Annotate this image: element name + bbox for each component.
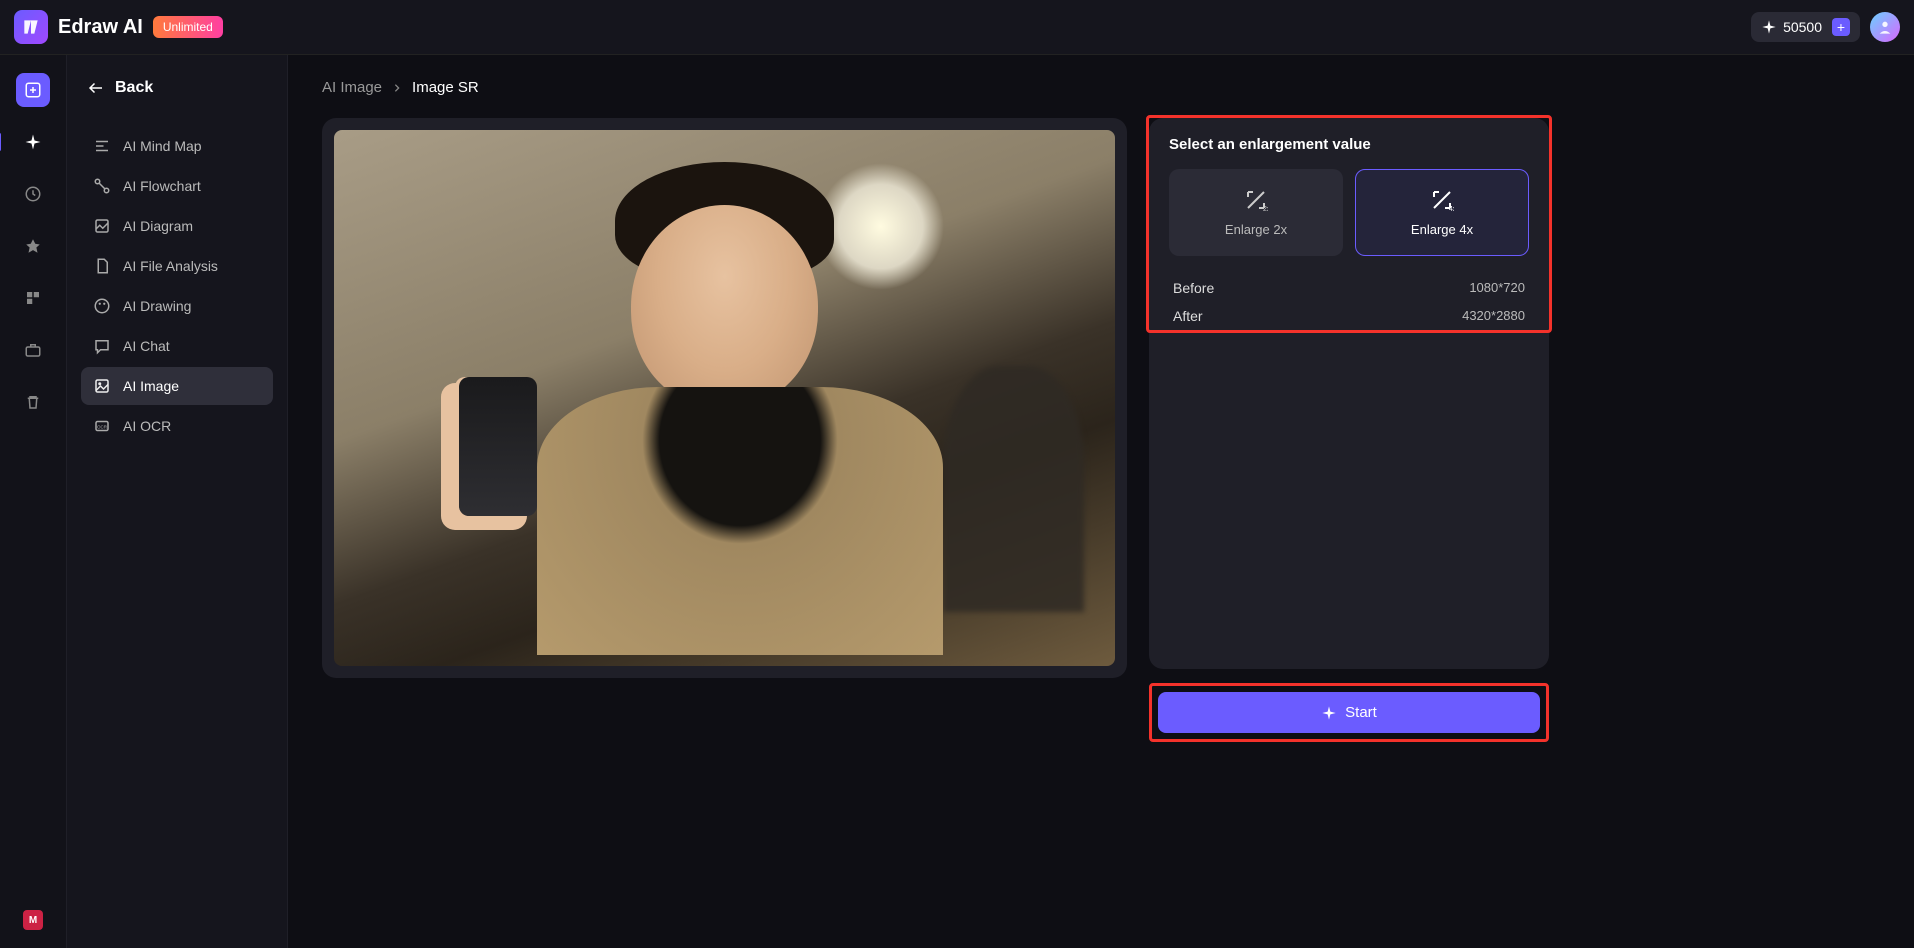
sparkle-icon xyxy=(1321,705,1337,721)
option-label: Enlarge 4x xyxy=(1411,222,1473,237)
topbar: Edraw AI Unlimited 50500 + xyxy=(0,0,1914,55)
enlarge-2x-option[interactable]: 2x Enlarge 2x xyxy=(1169,169,1343,256)
settings-column: Select an enlargement value 2x Enlarge 2… xyxy=(1149,118,1549,742)
rail-favorites[interactable] xyxy=(16,229,50,263)
diagram-icon xyxy=(93,217,111,235)
sidebar-item-diagram[interactable]: AI Diagram xyxy=(81,207,273,245)
svg-text:OCR: OCR xyxy=(97,424,108,429)
after-row: After 4320*2880 xyxy=(1169,302,1529,330)
enlarge-2x-icon: 2x xyxy=(1244,188,1268,212)
highlight-box-start: Start xyxy=(1149,683,1549,742)
star-icon xyxy=(24,237,42,255)
enlarge-4x-option[interactable]: 4x Enlarge 4x xyxy=(1355,169,1529,256)
app-name: Edraw AI xyxy=(58,16,143,39)
chat-icon xyxy=(93,337,111,355)
add-credits-button[interactable]: + xyxy=(1832,18,1850,36)
rail-trash[interactable] xyxy=(16,385,50,419)
file-icon xyxy=(93,257,111,275)
topbar-right: 50500 + xyxy=(1751,12,1900,42)
start-label: Start xyxy=(1345,704,1377,721)
chevron-right-icon xyxy=(392,83,402,93)
layout: M Back AI Mind Map AI Flowchart AI Diagr… xyxy=(0,55,1914,948)
sidebar-item-file-analysis[interactable]: AI File Analysis xyxy=(81,247,273,285)
sidebar-item-label: AI Flowchart xyxy=(123,178,201,194)
sidebar-item-chat[interactable]: AI Chat xyxy=(81,327,273,365)
content: Select an enlargement value 2x Enlarge 2… xyxy=(322,118,1880,924)
rail-templates[interactable] xyxy=(16,281,50,315)
back-button[interactable]: Back xyxy=(81,79,273,97)
puzzle-icon xyxy=(24,289,42,307)
sidebar-item-label: AI Drawing xyxy=(123,298,191,314)
before-row: Before 1080*720 xyxy=(1169,274,1529,302)
nav-rail: M xyxy=(0,55,67,948)
sidebar-item-label: AI Image xyxy=(123,378,179,394)
image-icon xyxy=(93,377,111,395)
arrow-left-icon xyxy=(87,79,105,97)
rail-recents[interactable] xyxy=(16,177,50,211)
option-label: Enlarge 2x xyxy=(1225,222,1287,237)
flowchart-icon xyxy=(93,177,111,195)
sidebar: Back AI Mind Map AI Flowchart AI Diagram… xyxy=(67,55,288,948)
rail-files[interactable] xyxy=(16,333,50,367)
image-preview-card xyxy=(322,118,1127,678)
ocr-icon: OCR xyxy=(93,417,111,435)
topbar-left: Edraw AI Unlimited xyxy=(14,10,223,44)
unlimited-badge: Unlimited xyxy=(153,16,223,38)
briefcase-icon xyxy=(24,341,42,359)
sidebar-item-image[interactable]: AI Image xyxy=(81,367,273,405)
settings-title: Select an enlargement value xyxy=(1169,136,1529,153)
settings-card: Select an enlargement value 2x Enlarge 2… xyxy=(1149,118,1549,669)
after-label: After xyxy=(1173,308,1203,324)
credits-pill[interactable]: 50500 + xyxy=(1751,12,1860,42)
breadcrumb-current: Image SR xyxy=(412,79,479,96)
app-logo[interactable] xyxy=(14,10,48,44)
sidebar-item-mindmap[interactable]: AI Mind Map xyxy=(81,127,273,165)
breadcrumb: AI Image Image SR xyxy=(322,79,1880,96)
breadcrumb-parent[interactable]: AI Image xyxy=(322,79,382,96)
start-button[interactable]: Start xyxy=(1158,692,1540,733)
sparkle-icon xyxy=(1761,19,1777,35)
mindmap-icon xyxy=(93,137,111,155)
before-value: 1080*720 xyxy=(1469,280,1525,296)
svg-text:4x: 4x xyxy=(1449,206,1454,212)
back-label: Back xyxy=(115,79,153,97)
sidebar-item-ocr[interactable]: OCR AI OCR xyxy=(81,407,273,445)
enlarge-options: 2x Enlarge 2x 4x Enlarge 4x xyxy=(1169,169,1529,256)
sidebar-item-flowchart[interactable]: AI Flowchart xyxy=(81,167,273,205)
trash-icon xyxy=(24,393,42,411)
uploaded-image[interactable] xyxy=(334,130,1115,666)
plus-square-icon xyxy=(24,81,42,99)
sidebar-item-label: AI Diagram xyxy=(123,218,193,234)
user-icon xyxy=(1877,19,1893,35)
svg-text:2x: 2x xyxy=(1263,206,1268,212)
sidebar-item-label: AI Chat xyxy=(123,338,170,354)
sidebar-item-label: AI Mind Map xyxy=(123,138,202,154)
sidebar-item-label: AI OCR xyxy=(123,418,171,434)
main: AI Image Image SR Select an enlargement … xyxy=(288,55,1914,948)
rail-bottom-badge[interactable]: M xyxy=(23,910,43,930)
palette-icon xyxy=(93,297,111,315)
sparkle-icon xyxy=(24,133,42,151)
clock-icon xyxy=(24,185,42,203)
enlarge-4x-icon: 4x xyxy=(1430,188,1454,212)
rail-new[interactable] xyxy=(16,73,50,107)
sidebar-item-label: AI File Analysis xyxy=(123,258,218,274)
avatar[interactable] xyxy=(1870,12,1900,42)
sidebar-item-drawing[interactable]: AI Drawing xyxy=(81,287,273,325)
credits-value: 50500 xyxy=(1783,19,1822,35)
rail-ai[interactable] xyxy=(16,125,50,159)
before-label: Before xyxy=(1173,280,1214,296)
after-value: 4320*2880 xyxy=(1462,308,1525,324)
